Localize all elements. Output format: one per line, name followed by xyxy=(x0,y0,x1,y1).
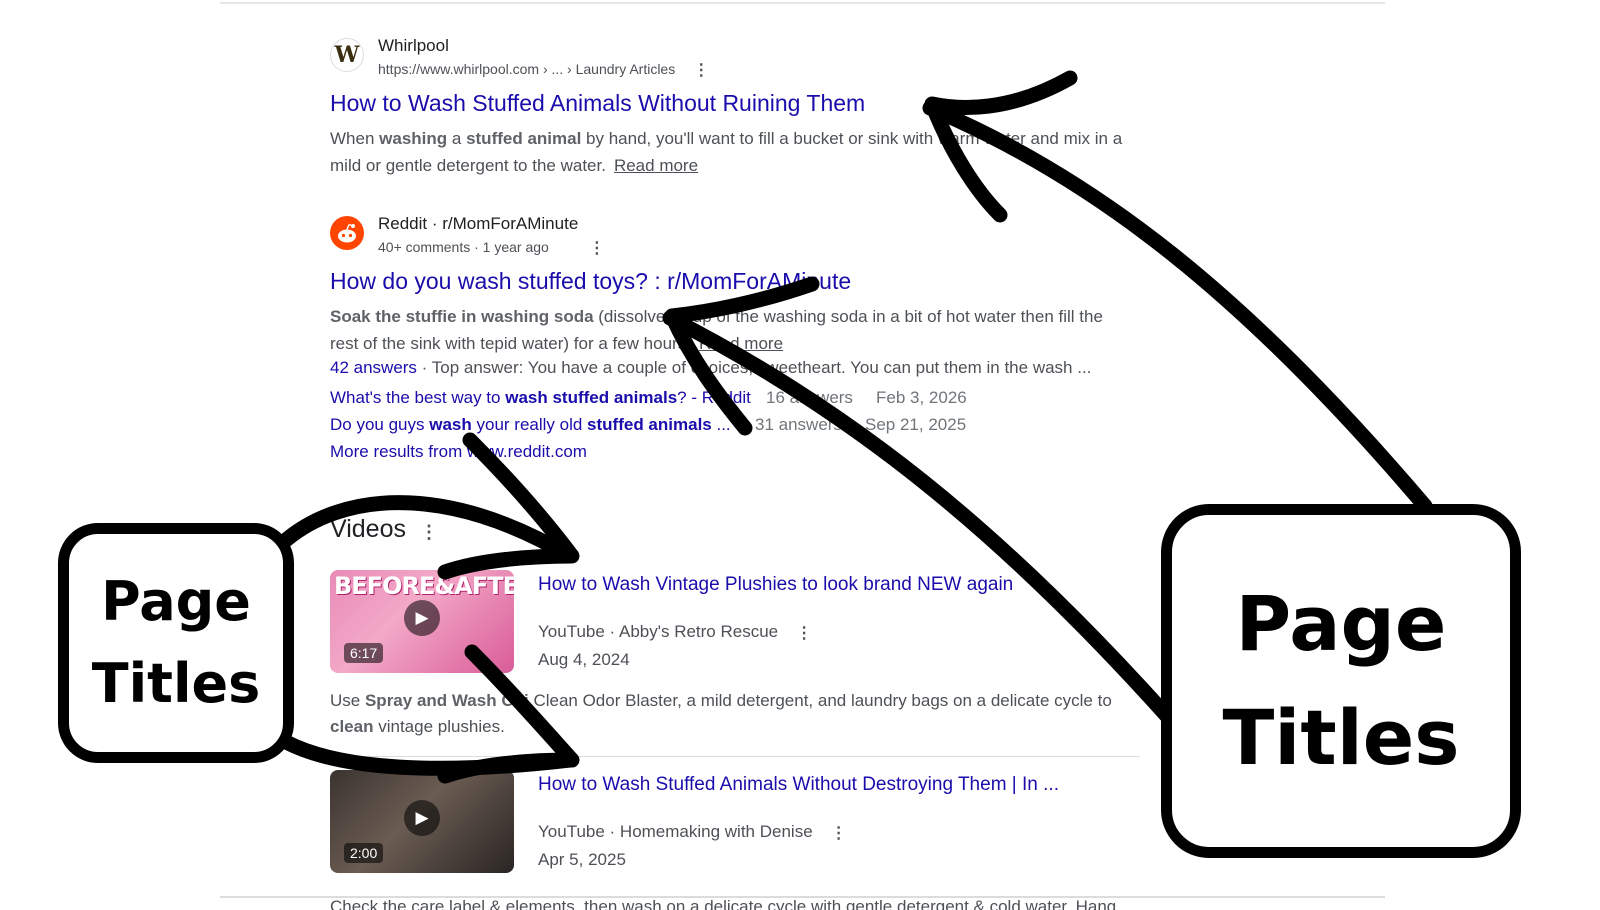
page-titles-callout-right: Page Titles xyxy=(1161,504,1521,858)
whirlpool-favicon-icon: W xyxy=(330,38,364,72)
result-source[interactable]: W Whirlpool https://www.whirlpool.com › … xyxy=(330,36,1150,88)
play-icon: ▶ xyxy=(404,600,440,636)
thumbnail-text: BEFORE&AFTER xyxy=(334,572,514,600)
videos-heading: Videos ⋮ xyxy=(330,515,438,543)
result-source[interactable]: Reddit · r/MomForAMinute 40+ comments · … xyxy=(330,214,1150,266)
more-options-icon[interactable]: ⋮ xyxy=(589,238,605,258)
search-result-whirlpool: W Whirlpool https://www.whirlpool.com › … xyxy=(330,36,1150,179)
video-source: YouTube · Abby's Retro Rescue ⋮ xyxy=(538,622,813,643)
video-snippet: Use Spray and Wash Oxi Clean Odor Blaste… xyxy=(330,691,1112,736)
more-options-icon[interactable]: ⋮ xyxy=(420,522,438,543)
result-title[interactable]: How to Wash Stuffed Animals Without Ruin… xyxy=(330,90,1150,117)
result-meta: 40+ comments · 1 year ago ⋮ xyxy=(378,238,605,258)
more-options-icon[interactable]: ⋮ xyxy=(693,60,709,80)
more-options-icon[interactable]: ⋮ xyxy=(831,823,847,843)
callout-line-2: Titles xyxy=(1222,693,1460,782)
callout-line-2: Titles xyxy=(91,652,261,715)
video-thumbnail[interactable]: ▶ 2:00 xyxy=(330,770,514,873)
video-divider xyxy=(330,756,1140,757)
sub-result-row[interactable]: Do you guys wash your really old stuffed… xyxy=(330,411,1150,438)
site-name: Whirlpool xyxy=(378,36,449,55)
more-results-link[interactable]: More results from www.reddit.com xyxy=(330,438,1150,465)
answers-summary: 42 answers · Top answer: You have a coup… xyxy=(330,358,1092,377)
reddit-favicon-icon xyxy=(330,216,364,250)
top-divider xyxy=(220,2,1385,4)
callout-line-1: Page xyxy=(1235,579,1447,668)
search-result-reddit: Reddit · r/MomForAMinute 40+ comments · … xyxy=(330,214,1150,465)
callout-line-1: Page xyxy=(101,570,251,633)
answers-count-link[interactable]: 42 answers xyxy=(330,358,417,377)
result-title[interactable]: How do you wash stuffed toys? : r/MomFor… xyxy=(330,268,1150,295)
read-more-link[interactable]: Read more xyxy=(699,334,783,353)
video-duration: 6:17 xyxy=(344,643,384,663)
video-duration: 2:00 xyxy=(344,843,384,863)
site-name: Reddit · r/MomForAMinute xyxy=(378,214,579,233)
result-snippet: When washing a stuffed animal by hand, y… xyxy=(330,129,1123,175)
bottom-divider xyxy=(220,896,1385,898)
video-source: YouTube · Homemaking with Denise ⋮ xyxy=(538,822,847,843)
read-more-link[interactable]: Read more xyxy=(614,156,698,175)
result-url: https://www.whirlpool.com › ... › Laundr… xyxy=(378,60,710,80)
video-date: Apr 5, 2025 xyxy=(538,850,626,869)
more-options-icon[interactable]: ⋮ xyxy=(796,623,812,643)
play-icon: ▶ xyxy=(404,800,440,836)
result-snippet: Soak the stuffie in washing soda (dissol… xyxy=(330,307,1103,353)
sub-result-row[interactable]: What's the best way to wash stuffed anim… xyxy=(330,384,1150,411)
video-title[interactable]: How to Wash Vintage Plushies to look bra… xyxy=(538,574,1013,596)
video-thumbnail[interactable]: BEFORE&AFTER ▶ 6:17 xyxy=(330,570,514,673)
video-date: Aug 4, 2024 xyxy=(538,650,630,669)
video-title[interactable]: How to Wash Stuffed Animals Without Dest… xyxy=(538,774,1059,796)
page-titles-callout-left: Page Titles xyxy=(58,523,294,763)
